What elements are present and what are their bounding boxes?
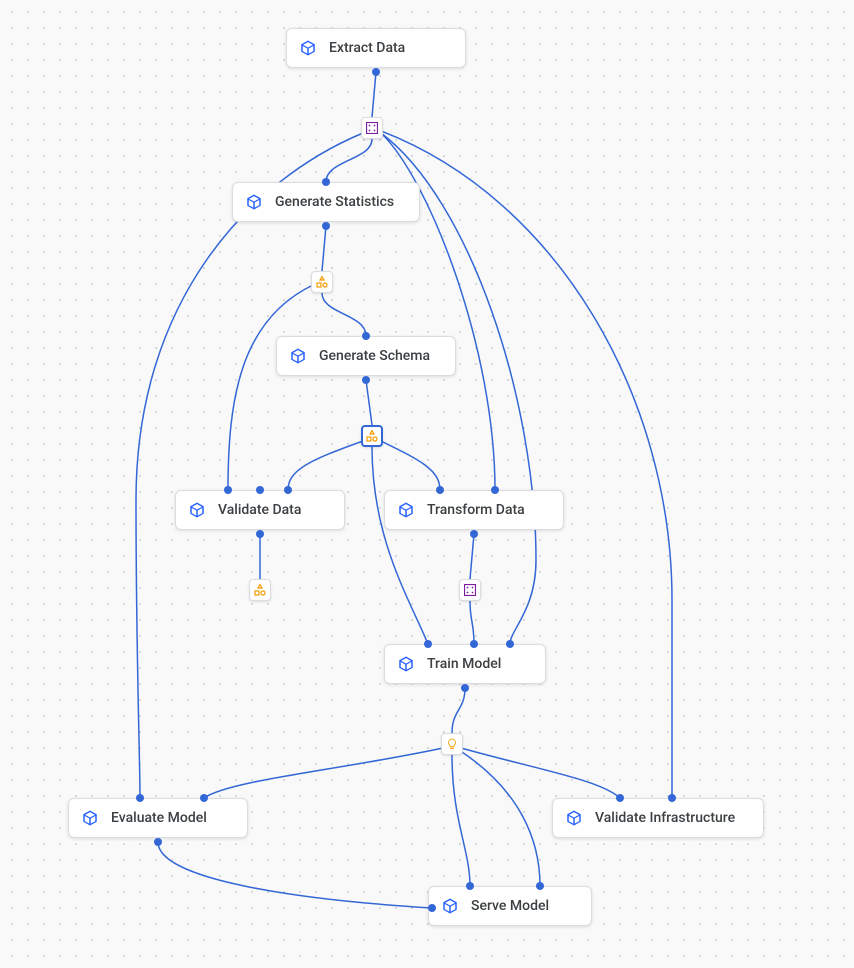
pipeline-canvas[interactable]: Extract Data Generate Statistics Generat… <box>0 0 854 968</box>
cube-icon <box>397 655 415 673</box>
node-label: Generate Statistics <box>275 194 394 210</box>
node-label: Validate Infrastructure <box>595 810 735 826</box>
grid-icon <box>464 584 476 596</box>
port-dot <box>372 68 380 76</box>
node-transform-data[interactable]: Transform Data <box>384 490 564 530</box>
cube-icon <box>565 809 583 827</box>
node-label: Validate Data <box>218 502 301 518</box>
node-generate-statistics[interactable]: Generate Statistics <box>232 182 420 222</box>
cube-icon <box>397 501 415 519</box>
node-label: Generate Schema <box>319 348 430 364</box>
cube-icon <box>81 809 99 827</box>
junction-shapes-icon[interactable] <box>311 271 333 293</box>
node-label: Train Model <box>427 656 501 672</box>
junction-grid-icon[interactable] <box>361 117 383 139</box>
junction-bulb-icon[interactable] <box>441 733 463 755</box>
shapes-icon <box>316 276 328 288</box>
shapes-icon <box>366 430 378 442</box>
port-dot <box>470 530 478 538</box>
node-label: Serve Model <box>471 898 549 914</box>
port-dot <box>362 376 370 384</box>
lightbulb-icon <box>446 738 458 750</box>
node-evaluate-model[interactable]: Evaluate Model <box>68 798 248 838</box>
port-dot <box>322 222 330 230</box>
shapes-icon <box>254 584 266 596</box>
cube-icon <box>245 193 263 211</box>
port-dot <box>154 838 162 846</box>
node-label: Transform Data <box>427 502 525 518</box>
node-generate-schema[interactable]: Generate Schema <box>276 336 456 376</box>
port-dot <box>256 530 264 538</box>
cube-icon <box>289 347 307 365</box>
node-extract-data[interactable]: Extract Data <box>286 28 466 68</box>
node-label: Extract Data <box>329 40 405 56</box>
node-validate-data[interactable]: Validate Data <box>175 490 345 530</box>
junction-shapes-icon[interactable] <box>249 579 271 601</box>
port-dot <box>461 684 469 692</box>
node-train-model[interactable]: Train Model <box>384 644 546 684</box>
cube-icon <box>441 897 459 915</box>
grid-icon <box>366 122 378 134</box>
junction-shapes-icon-selected[interactable] <box>361 425 383 447</box>
cube-icon <box>299 39 317 57</box>
node-label: Evaluate Model <box>111 810 207 826</box>
node-serve-model[interactable]: Serve Model <box>428 886 592 926</box>
cube-icon <box>188 501 206 519</box>
node-validate-infrastructure[interactable]: Validate Infrastructure <box>552 798 764 838</box>
junction-grid-icon[interactable] <box>459 579 481 601</box>
